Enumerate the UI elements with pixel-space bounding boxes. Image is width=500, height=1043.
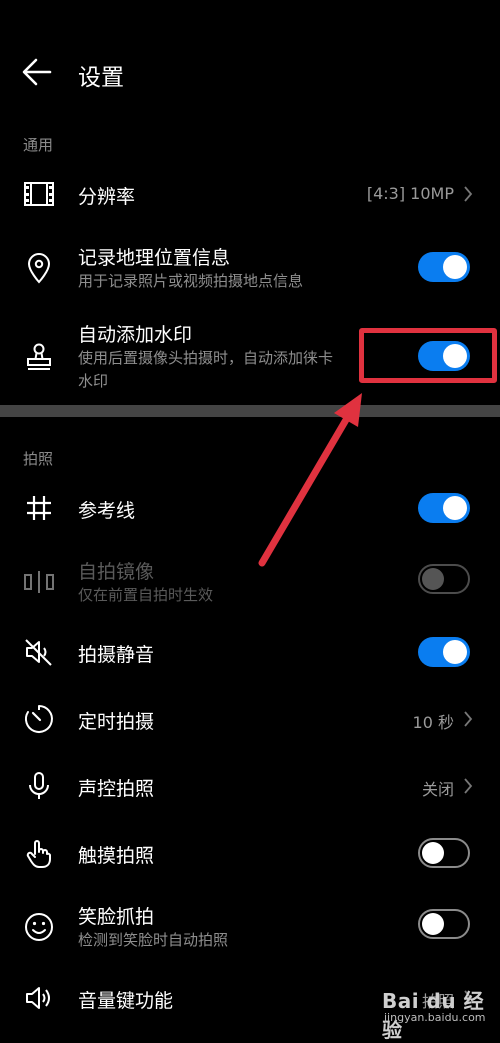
chevron-right-icon bbox=[464, 778, 473, 794]
toggle-knob bbox=[443, 255, 467, 279]
chevron-right-icon bbox=[464, 186, 473, 202]
setting-value: [4:3] 10MP bbox=[366, 184, 454, 203]
annotation-highlight-box bbox=[359, 328, 497, 383]
smile-toggle[interactable] bbox=[418, 909, 470, 939]
annotation-arrow bbox=[258, 393, 362, 567]
setting-value: 关闭 bbox=[421, 780, 454, 799]
setting-smile[interactable]: 笑脸抓拍 检测到笑脸时自动拍照 bbox=[0, 902, 500, 954]
setting-resolution[interactable]: 分辨率 [4:3] 10MP bbox=[0, 172, 500, 216]
baidu-url: jingyan.baidu.com bbox=[384, 1011, 486, 1024]
smile-icon bbox=[22, 910, 56, 944]
setting-label: 声控拍照 bbox=[78, 778, 155, 800]
setting-touch[interactable]: 触摸拍照 bbox=[0, 831, 500, 875]
stamp-icon bbox=[22, 340, 56, 374]
setting-voice[interactable]: 声控拍照 关闭 bbox=[0, 764, 500, 808]
setting-label: 参考线 bbox=[78, 500, 136, 522]
location-toggle[interactable] bbox=[418, 252, 470, 282]
app-header: 设置 bbox=[0, 0, 500, 140]
toggle-knob bbox=[422, 842, 444, 864]
toggle-knob bbox=[443, 496, 467, 520]
section-photo-header: 拍照 bbox=[23, 450, 54, 468]
setting-label: 记录地理位置信息 bbox=[78, 247, 231, 269]
setting-value: 10 秒 bbox=[412, 713, 454, 732]
page-title: 设置 bbox=[78, 65, 124, 91]
grid-toggle[interactable] bbox=[418, 493, 470, 523]
toggle-knob bbox=[422, 568, 444, 590]
setting-description-line2: 水印 bbox=[78, 372, 109, 390]
film-frame-icon bbox=[22, 177, 56, 211]
toggle-knob bbox=[443, 640, 467, 664]
location-pin-icon bbox=[22, 251, 56, 285]
setting-label: 音量键功能 bbox=[78, 990, 174, 1012]
microphone-icon bbox=[22, 769, 56, 803]
section-general-header: 通用 bbox=[23, 136, 54, 154]
setting-label: 自动添加水印 bbox=[78, 324, 193, 346]
toggle-knob bbox=[422, 913, 444, 935]
setting-description: 用于记录照片或视频拍摄地点信息 bbox=[78, 272, 304, 290]
setting-label: 拍摄静音 bbox=[78, 644, 155, 666]
grid-hash-icon bbox=[22, 491, 56, 525]
setting-label: 触摸拍照 bbox=[78, 845, 155, 867]
touch-toggle[interactable] bbox=[418, 838, 470, 868]
setting-mute[interactable]: 拍摄静音 bbox=[0, 630, 500, 674]
setting-label: 定时拍摄 bbox=[78, 711, 155, 733]
mirror-icon bbox=[22, 565, 56, 599]
setting-description: 检测到笑脸时自动拍照 bbox=[78, 931, 229, 949]
baidu-watermark: Bai du 经验 jingyan.baidu.com bbox=[382, 985, 492, 1042]
setting-label: 笑脸抓拍 bbox=[78, 906, 155, 928]
setting-location[interactable]: 记录地理位置信息 用于记录照片或视频拍摄地点信息 bbox=[0, 243, 500, 295]
chevron-right-icon bbox=[464, 711, 473, 727]
mirror-toggle[interactable] bbox=[418, 564, 470, 594]
setting-description: 仅在前置自拍时生效 bbox=[78, 586, 214, 604]
speaker-mute-icon bbox=[22, 635, 56, 669]
back-button[interactable] bbox=[18, 52, 58, 92]
touch-hand-icon bbox=[22, 836, 56, 870]
setting-timer[interactable]: 定时拍摄 10 秒 bbox=[0, 697, 500, 741]
mute-toggle[interactable] bbox=[418, 637, 470, 667]
setting-label: 分辨率 bbox=[78, 186, 136, 208]
timer-icon bbox=[22, 702, 56, 736]
arrow-left-icon bbox=[22, 58, 52, 86]
speaker-icon bbox=[22, 981, 56, 1015]
setting-label: 自拍镜像 bbox=[78, 561, 155, 583]
setting-description-line1: 使用后置摄像头拍摄时，自动添加徕卡 bbox=[78, 349, 334, 367]
